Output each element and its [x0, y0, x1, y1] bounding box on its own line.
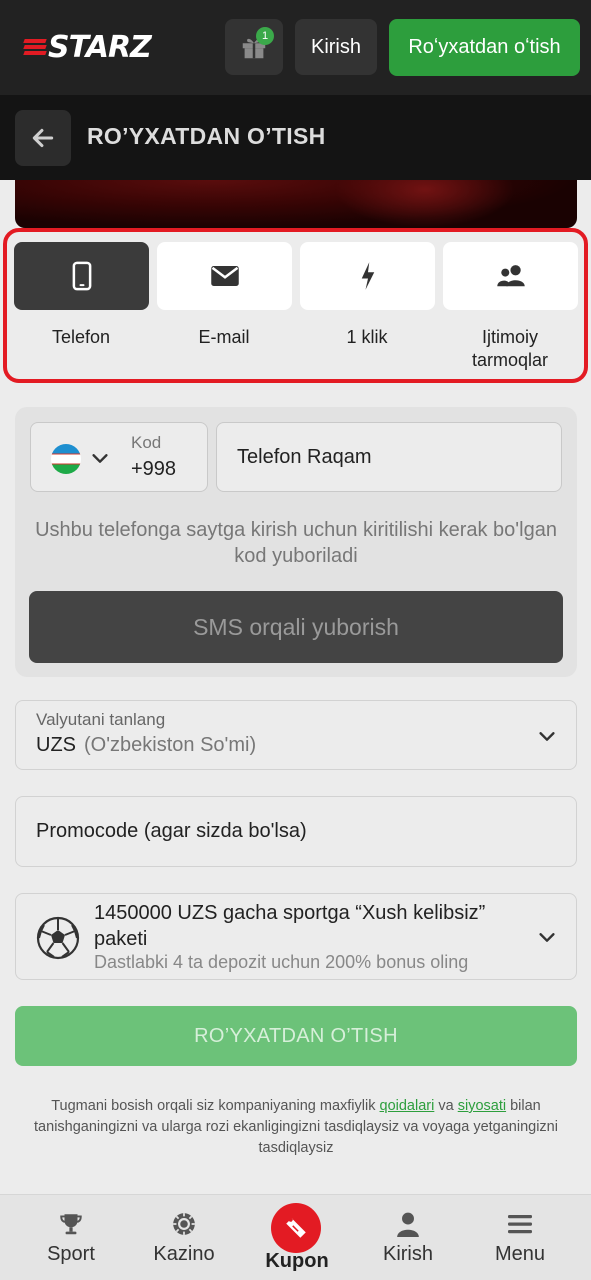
nav-kupon[interactable]: Kupon: [238, 1195, 356, 1280]
nav-label-kazino: Kazino: [153, 1243, 215, 1265]
tab-label-social: Ijtimoiy tarmoqlar: [471, 327, 549, 370]
users-icon: [496, 265, 525, 287]
sms-hint-text: Ushbu telefonga saytga kirish uchun kiri…: [35, 519, 557, 567]
chevron-down-icon: [539, 933, 555, 942]
ticket-icon: [286, 1218, 306, 1238]
nav-label-sport: Sport: [47, 1243, 95, 1265]
nav-kazino[interactable]: Kazino: [125, 1195, 243, 1280]
registration-method-tabs: Telefon E-mail 1 klik Ijtimoiy tarmoqlar: [3, 228, 588, 383]
starz-logo[interactable]: STARZ: [23, 29, 152, 65]
kupon-badge: [271, 1203, 321, 1253]
policy-link[interactable]: siyosati: [458, 1098, 506, 1114]
bonus-select[interactable]: 1450000 UZS gacha sportga “Xush kelibsiz…: [15, 893, 577, 980]
tab-email[interactable]: [157, 242, 292, 310]
country-code-value: +998: [131, 458, 177, 480]
casino-chip-icon: [173, 1213, 195, 1235]
rules-link[interactable]: qoidalari: [380, 1098, 435, 1114]
terms-part-1: Tugmani bosish orqali siz kompaniyaning …: [51, 1098, 380, 1114]
arrow-left-icon: [32, 128, 54, 148]
currency-select[interactable]: Valyutani tanlang UZS (O'zbekiston So'mi…: [15, 700, 577, 770]
promocode-input[interactable]: Promocode (agar sizda bo'lsa): [15, 796, 577, 867]
envelope-icon: [210, 266, 239, 286]
smartphone-icon: [72, 261, 91, 291]
user-icon: [397, 1212, 419, 1237]
gift-badge: 1: [256, 27, 274, 45]
currency-name: (O'zbekiston So'mi): [84, 734, 257, 756]
nav-kirish[interactable]: Kirish: [349, 1195, 467, 1280]
hamburger-icon: [508, 1215, 532, 1234]
tab-label-one-click: 1 klik: [346, 327, 388, 347]
send-sms-button[interactable]: SMS orqali yuborish: [29, 591, 563, 663]
uzbekistan-flag-icon: [51, 444, 81, 474]
gift-button[interactable]: 1: [225, 19, 283, 75]
page-title: RO’YXATDAN O’TISH: [87, 123, 326, 149]
page-header: RO’YXATDAN O’TISH: [0, 95, 591, 180]
nav-label-kirish: Kirish: [382, 1243, 433, 1265]
tab-telefon[interactable]: [14, 242, 149, 310]
top-bar: STARZ 1 Kirish Roʻyxatdan oʻtish: [0, 0, 591, 95]
country-code-selector[interactable]: Kod +998: [30, 422, 208, 492]
soccer-ball-icon: [36, 916, 80, 960]
lightning-icon: [361, 262, 374, 290]
phone-form-card: Kod +998 Telefon Raqam Ushbu telefonga s…: [15, 407, 577, 677]
promo-banner-image: [15, 180, 577, 228]
tab-one-click[interactable]: [300, 242, 435, 310]
phone-number-input[interactable]: Telefon Raqam: [216, 422, 562, 492]
register-button[interactable]: Roʻyxatdan oʻtish: [389, 19, 580, 76]
bonus-subtitle: Dastlabki 4 ta depozit uchun 200% bonus …: [94, 952, 469, 972]
logo-mark-icon: [23, 36, 47, 58]
back-button[interactable]: [15, 110, 71, 166]
bonus-title: 1450000 UZS gacha sportga “Xush kelibsiz…: [94, 902, 486, 950]
submit-registration-button[interactable]: RO’YXATDAN O’TISH: [15, 1006, 577, 1066]
terms-part-2: va: [434, 1098, 458, 1114]
terms-text: Tugmani bosish orqali siz kompaniyaning …: [15, 1096, 577, 1159]
nav-label-kupon: Kupon: [265, 1250, 329, 1272]
currency-code: UZS: [36, 734, 76, 756]
nav-menu[interactable]: Menu: [461, 1195, 579, 1280]
tab-label-email: E-mail: [198, 327, 250, 347]
nav-label-menu: Menu: [494, 1243, 546, 1265]
login-button[interactable]: Kirish: [295, 19, 377, 75]
chevron-down-icon: [539, 732, 555, 741]
bottom-navigation: Sport Kazino Kupon Kirish Menu: [0, 1194, 591, 1280]
currency-label: Valyutani tanlang: [36, 710, 166, 729]
nav-sport[interactable]: Sport: [12, 1195, 130, 1280]
tab-label-telefon: Telefon: [51, 327, 111, 347]
country-code-label: Kod: [131, 433, 162, 452]
logo-text: STARZ: [48, 29, 152, 65]
trophy-icon: [60, 1214, 82, 1235]
tab-social[interactable]: [443, 242, 578, 310]
chevron-down-icon: [92, 454, 108, 463]
